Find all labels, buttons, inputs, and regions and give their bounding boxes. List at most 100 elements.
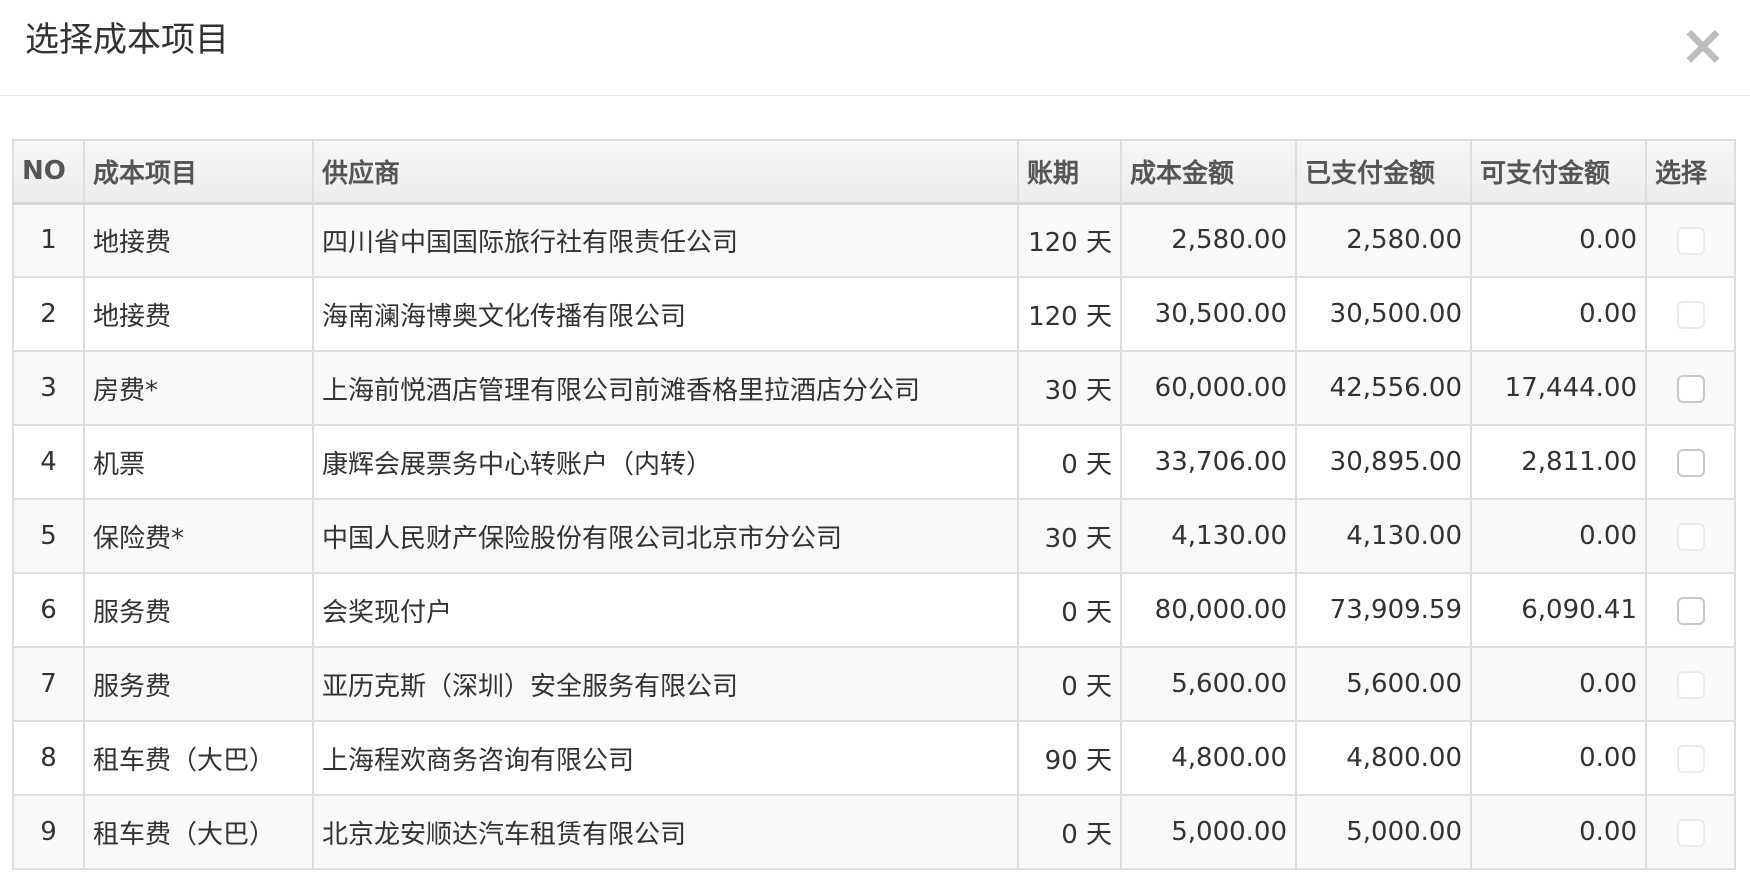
term-cell: 0 天 xyxy=(1017,794,1122,870)
cost-item-cell: 保险费* xyxy=(83,498,314,574)
select-checkbox xyxy=(1676,744,1705,773)
dialog-header: 选择成本项目 × xyxy=(0,0,1750,96)
paid-amount-cell: 30,895.00 xyxy=(1295,424,1472,500)
table-row[interactable]: 8 租车费（大巴） 上海程欢商务咨询有限公司 90 天 4,800.00 4,800.00… xyxy=(12,720,1736,796)
cost-amount-cell: 5,600.00 xyxy=(1120,646,1297,722)
select-cell xyxy=(1645,572,1736,648)
row-number: 2 xyxy=(12,276,85,352)
supplier-cell: 四川省中国国际旅行社有限责任公司 xyxy=(312,202,1019,278)
term-cell: 0 天 xyxy=(1017,424,1122,500)
row-number: 1 xyxy=(12,202,85,278)
term-cell: 120 天 xyxy=(1017,202,1122,278)
select-cell xyxy=(1645,350,1736,426)
paid-amount-cell: 4,800.00 xyxy=(1295,720,1472,796)
select-cell xyxy=(1645,646,1736,722)
cost-amount-cell: 2,580.00 xyxy=(1120,202,1297,278)
select-checkbox[interactable] xyxy=(1676,448,1705,477)
select-checkbox xyxy=(1676,522,1705,551)
table-row[interactable]: 9 租车费（大巴） 北京龙安顺达汽车租赁有限公司 0 天 5,000.00 5,000.0… xyxy=(12,794,1736,870)
cost-items-table-wrap: NO 成本项目 供应商 账期 成本金额 已支付金额 可支付金额 选择 1 地接费四… xyxy=(12,139,1736,870)
term-cell: 90 天 xyxy=(1017,720,1122,796)
cost-items-table: NO 成本项目 供应商 账期 成本金额 已支付金额 可支付金额 选择 1 地接费四… xyxy=(12,139,1736,870)
supplier-cell: 北京龙安顺达汽车租赁有限公司 xyxy=(312,794,1019,870)
select-checkbox xyxy=(1676,300,1705,329)
select-checkbox xyxy=(1676,670,1705,699)
paid-amount-cell: 42,556.00 xyxy=(1295,350,1472,426)
cost-amount-cell: 5,000.00 xyxy=(1120,794,1297,870)
supplier-cell: 中国人民财产保险股份有限公司北京市分公司 xyxy=(312,498,1019,574)
payable-amount-cell: 0.00 xyxy=(1470,202,1647,278)
table-row[interactable]: 1 地接费 四川省中国国际旅行社有限责任公司 120 天 2,580.00 2,580.0… xyxy=(12,202,1736,278)
cost-item-cell: 租车费（大巴） xyxy=(83,720,314,796)
paid-amount-cell: 73,909.59 xyxy=(1295,572,1472,648)
select-checkbox xyxy=(1676,818,1705,847)
cost-item-cell: 服务费 xyxy=(83,572,314,648)
table-header-row: NO 成本项目 供应商 账期 成本金额 已支付金额 可支付金额 选择 xyxy=(12,139,1736,205)
row-number: 7 xyxy=(12,646,85,722)
term-cell: 30 天 xyxy=(1017,350,1122,426)
select-cell xyxy=(1645,720,1736,796)
row-number: 4 xyxy=(12,424,85,500)
header-term: 账期 xyxy=(1017,139,1122,205)
payable-amount-cell: 0.00 xyxy=(1470,720,1647,796)
header-cost-item: 成本项目 xyxy=(83,139,314,205)
header-select: 选择 xyxy=(1645,139,1736,205)
payable-amount-cell: 0.00 xyxy=(1470,646,1647,722)
header-no: NO xyxy=(12,139,85,205)
header-payable-amount: 可支付金额 xyxy=(1470,139,1647,205)
table-row[interactable]: 3 房费* 上海前悦酒店管理有限公司前滩香格里拉酒店分公司 30 天 60,000.00… xyxy=(12,350,1736,426)
cost-item-cell: 房费* xyxy=(83,350,314,426)
term-cell: 0 天 xyxy=(1017,646,1122,722)
supplier-cell: 海南澜海博奥文化传播有限公司 xyxy=(312,276,1019,352)
select-checkbox[interactable] xyxy=(1676,596,1705,625)
header-cost-amount: 成本金额 xyxy=(1120,139,1297,205)
dialog-title: 选择成本项目 xyxy=(25,20,229,60)
row-number: 5 xyxy=(12,498,85,574)
paid-amount-cell: 2,580.00 xyxy=(1295,202,1472,278)
supplier-cell: 上海前悦酒店管理有限公司前滩香格里拉酒店分公司 xyxy=(312,350,1019,426)
row-number: 3 xyxy=(12,350,85,426)
cost-amount-cell: 80,000.00 xyxy=(1120,572,1297,648)
cost-amount-cell: 30,500.00 xyxy=(1120,276,1297,352)
payable-amount-cell: 17,444.00 xyxy=(1470,350,1647,426)
table-row[interactable]: 5 保险费* 中国人民财产保险股份有限公司北京市分公司 30 天 4,130.00 4,1… xyxy=(12,498,1736,574)
cost-amount-cell: 60,000.00 xyxy=(1120,350,1297,426)
cost-item-cell: 机票 xyxy=(83,424,314,500)
cost-item-cell: 地接费 xyxy=(83,202,314,278)
payable-amount-cell: 0.00 xyxy=(1470,276,1647,352)
select-cell xyxy=(1645,794,1736,870)
payable-amount-cell: 0.00 xyxy=(1470,498,1647,574)
cost-item-cell: 地接费 xyxy=(83,276,314,352)
select-checkbox[interactable] xyxy=(1676,374,1705,403)
cost-amount-cell: 4,800.00 xyxy=(1120,720,1297,796)
payable-amount-cell: 6,090.41 xyxy=(1470,572,1647,648)
payable-amount-cell: 0.00 xyxy=(1470,794,1647,870)
cost-item-cell: 服务费 xyxy=(83,646,314,722)
header-supplier: 供应商 xyxy=(312,139,1019,205)
term-cell: 0 天 xyxy=(1017,572,1122,648)
payable-amount-cell: 2,811.00 xyxy=(1470,424,1647,500)
cost-amount-cell: 4,130.00 xyxy=(1120,498,1297,574)
term-cell: 30 天 xyxy=(1017,498,1122,574)
term-cell: 120 天 xyxy=(1017,276,1122,352)
row-number: 9 xyxy=(12,794,85,870)
supplier-cell: 康辉会展票务中心转账户（内转） xyxy=(312,424,1019,500)
row-number: 8 xyxy=(12,720,85,796)
table-row[interactable]: 7 服务费 亚历克斯（深圳）安全服务有限公司 0 天 5,600.00 5,600.00 0… xyxy=(12,646,1736,722)
select-cell xyxy=(1645,202,1736,278)
cost-item-cell: 租车费（大巴） xyxy=(83,794,314,870)
row-number: 6 xyxy=(12,572,85,648)
select-cell xyxy=(1645,498,1736,574)
supplier-cell: 亚历克斯（深圳）安全服务有限公司 xyxy=(312,646,1019,722)
paid-amount-cell: 4,130.00 xyxy=(1295,498,1472,574)
supplier-cell: 上海程欢商务咨询有限公司 xyxy=(312,720,1019,796)
table-row[interactable]: 6 服务费 会奖现付户 0 天 80,000.00 73,909.59 6,090.41 xyxy=(12,572,1736,648)
paid-amount-cell: 5,000.00 xyxy=(1295,794,1472,870)
paid-amount-cell: 30,500.00 xyxy=(1295,276,1472,352)
supplier-cell: 会奖现付户 xyxy=(312,572,1019,648)
select-checkbox xyxy=(1676,226,1705,255)
close-icon[interactable]: × xyxy=(1678,18,1728,74)
paid-amount-cell: 5,600.00 xyxy=(1295,646,1472,722)
table-row[interactable]: 2 地接费 海南澜海博奥文化传播有限公司 120 天 30,500.00 30,500.0… xyxy=(12,276,1736,352)
table-row[interactable]: 4 机票 康辉会展票务中心转账户（内转） 0 天 33,706.00 30,895.00 2… xyxy=(12,424,1736,500)
